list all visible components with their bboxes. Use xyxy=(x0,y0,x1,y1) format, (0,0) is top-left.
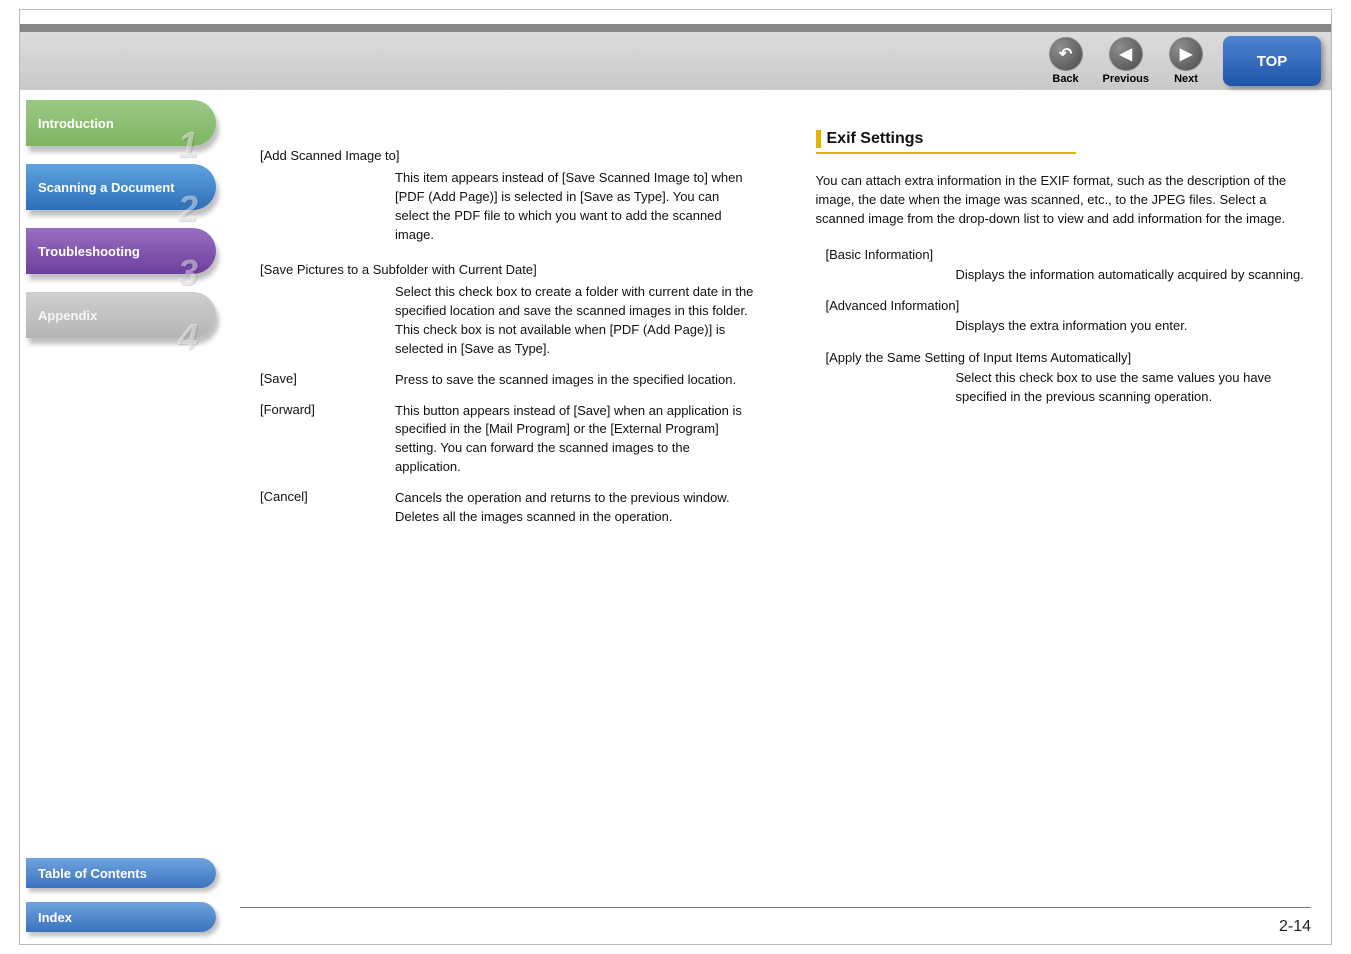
def-term: [Save] xyxy=(260,371,395,390)
section-desc: Select this check box to create a folder… xyxy=(395,283,756,358)
section-heading: [Basic Information] xyxy=(826,247,1312,262)
page-number: 2-14 xyxy=(1279,918,1311,936)
index-label: Index xyxy=(38,910,72,925)
footer-rule xyxy=(240,907,1311,908)
left-column: [Add Scanned Image to] This item appears… xyxy=(260,130,756,874)
exif-heading: Exif Settings xyxy=(816,130,1312,148)
section-heading: [Add Scanned Image to] xyxy=(260,148,756,163)
sidebar-item-scanning[interactable]: Scanning a Document 2 xyxy=(26,164,216,210)
previous-label: Previous xyxy=(1103,73,1149,85)
previous-icon: ◀ xyxy=(1109,37,1143,71)
bottom-tabs: Table of Contents Index xyxy=(26,858,216,932)
back-button[interactable]: ↶ Back xyxy=(1049,37,1083,85)
next-icon: ▶ xyxy=(1169,37,1203,71)
chapter-number: 1 xyxy=(178,137,198,152)
top-button-label: TOP xyxy=(1257,53,1288,70)
sidebar-item-troubleshooting[interactable]: Troubleshooting 3 xyxy=(26,228,216,274)
def-term: [Cancel] xyxy=(260,489,395,527)
section-heading: [Apply the Same Setting of Input Items A… xyxy=(826,350,1312,365)
section-desc: Displays the extra information you enter… xyxy=(956,317,1312,336)
table-of-contents-button[interactable]: Table of Contents xyxy=(26,858,216,888)
chapter-number: 3 xyxy=(178,265,198,280)
right-column: Exif Settings You can attach extra infor… xyxy=(816,130,1312,874)
section-desc: Select this check box to use the same va… xyxy=(956,369,1312,407)
exif-intro: You can attach extra information in the … xyxy=(816,172,1312,229)
next-button[interactable]: ▶ Next xyxy=(1169,37,1203,85)
content-area: [Add Scanned Image to] This item appears… xyxy=(260,130,1311,874)
sidebar-item-introduction[interactable]: Introduction 1 xyxy=(26,100,216,146)
back-label: Back xyxy=(1052,73,1078,85)
def-desc: Cancels the operation and returns to the… xyxy=(395,489,756,527)
chapter-number: 2 xyxy=(178,201,198,216)
section-desc: This item appears instead of [Save Scann… xyxy=(395,169,756,244)
def-desc: Press to save the scanned images in the … xyxy=(395,371,756,390)
previous-button[interactable]: ◀ Previous xyxy=(1103,37,1149,85)
top-button[interactable]: TOP xyxy=(1223,36,1321,86)
section-heading: [Save Pictures to a Subfolder with Curre… xyxy=(260,262,756,277)
sidebar: Introduction 1 Scanning a Document 2 Tro… xyxy=(26,100,216,356)
sidebar-item-appendix[interactable]: Appendix 4 xyxy=(26,292,216,338)
nav-row: ↶ Back ◀ Previous ▶ Next TOP xyxy=(1049,32,1321,90)
section-desc: Displays the information automatically a… xyxy=(956,266,1312,285)
top-divider xyxy=(20,24,1331,32)
index-button[interactable]: Index xyxy=(26,902,216,932)
section-heading: [Advanced Information] xyxy=(826,298,1312,313)
def-term: [Forward] xyxy=(260,402,395,477)
toc-label: Table of Contents xyxy=(38,866,147,881)
heading-underline xyxy=(816,152,1076,154)
back-icon: ↶ xyxy=(1049,37,1083,71)
def-desc: This button appears instead of [Save] wh… xyxy=(395,402,756,477)
next-label: Next xyxy=(1174,73,1198,85)
chapter-number: 4 xyxy=(178,329,198,344)
